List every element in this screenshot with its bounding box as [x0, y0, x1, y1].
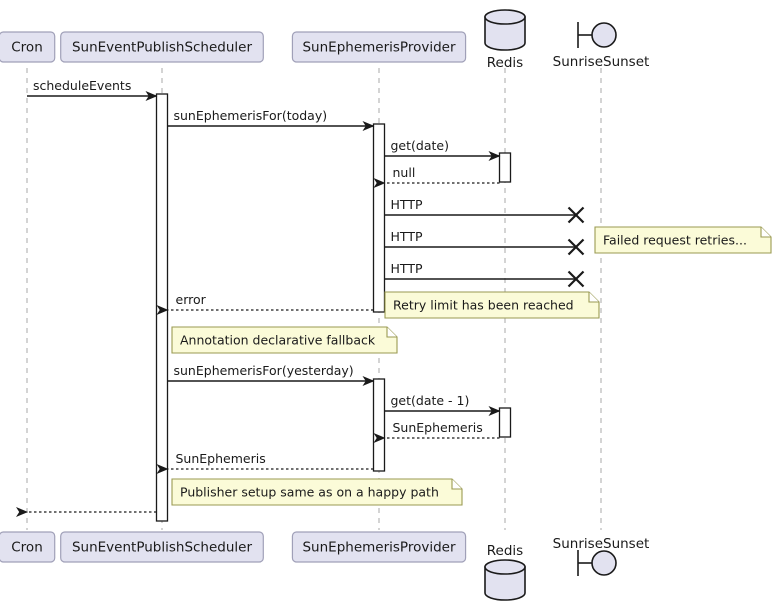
participant-label-redis: Redis — [487, 543, 523, 559]
message-label-m9: sunEphemerisFor(yesterday) — [174, 363, 354, 378]
note-n3: Annotation declarative fallback — [171, 326, 398, 354]
note-fold-n4 — [451, 479, 462, 490]
participant-label-scheduler: SunEventPublishScheduler — [72, 40, 253, 56]
sequence-diagram-svg: scheduleEvents sunEphemerisFor(today) get(… — [0, 9, 772, 601]
activation-bar-provider — [372, 123, 386, 313]
database-top-redis — [484, 9, 526, 25]
message-label-m5: HTTP — [391, 197, 423, 212]
note-text-n3: Annotation declarative fallback — [180, 333, 376, 348]
message-label-m6: HTTP — [391, 229, 423, 244]
note-fold-n1 — [760, 227, 771, 238]
activation-bar-scheduler — [155, 93, 169, 522]
message-label-m4: null — [393, 165, 416, 180]
participant-label-cron: Cron — [11, 40, 43, 56]
sequence-diagram-canvas: scheduleEvents sunEphemerisFor(today) get(… — [0, 0, 775, 610]
participant-footers-group: Cron SunEventPublishScheduler SunEphemeris… — [0, 531, 650, 601]
message-label-m11: SunEphemeris — [393, 420, 483, 435]
note-text-n1: Failed request retries... — [603, 233, 747, 248]
participant-label-sunrisesunset: SunriseSunset — [553, 54, 650, 70]
message-label-m10: get(date - 1) — [391, 393, 470, 408]
participant-label-cron: Cron — [11, 540, 43, 556]
boundary-circle-sunrisesunset[interactable] — [591, 22, 617, 48]
message-label-m2: sunEphemerisFor(today) — [174, 108, 328, 123]
activation-bar-redis — [498, 152, 512, 183]
note-n1: Failed request retries... — [594, 226, 772, 254]
participant-label-provider: SunEphemerisProvider — [302, 540, 455, 556]
message-label-m12: SunEphemeris — [176, 451, 266, 466]
participant-label-redis: Redis — [487, 55, 523, 71]
note-fold-n3 — [386, 327, 397, 338]
message-label-m1: scheduleEvents — [33, 78, 131, 93]
message-label-m7: HTTP — [391, 261, 423, 276]
note-n4: Publisher setup same as on a happy path — [171, 478, 463, 506]
note-n2: Retry limit has been reached — [384, 291, 600, 319]
database-top-redis — [484, 559, 526, 575]
activation-bar-redis — [498, 407, 512, 438]
note-text-n2: Retry limit has been reached — [393, 298, 574, 313]
note-text-n4: Publisher setup same as on a happy path — [180, 485, 439, 500]
message-label-m3: get(date) — [391, 138, 449, 153]
boundary-circle-sunrisesunset[interactable] — [591, 550, 617, 576]
note-fold-n2 — [588, 292, 599, 303]
participant-label-sunrisesunset: SunriseSunset — [553, 536, 650, 552]
activation-bar-provider — [372, 378, 386, 472]
participant-label-provider: SunEphemerisProvider — [302, 40, 455, 56]
message-label-m8: error — [176, 292, 207, 307]
participant-label-scheduler: SunEventPublishScheduler — [72, 540, 253, 556]
participant-headers-group: Cron SunEventPublishScheduler SunEphemeris… — [0, 9, 650, 71]
